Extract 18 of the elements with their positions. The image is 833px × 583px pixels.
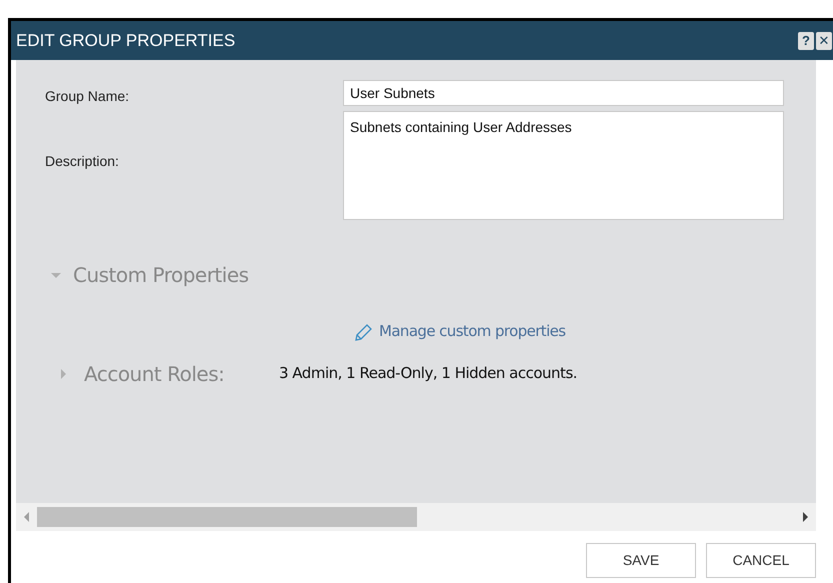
field-label: Description: (45, 152, 120, 171)
scroll-left-icon[interactable] (24, 512, 29, 522)
save-button[interactable]: SAVE (586, 543, 696, 578)
scroll-right-icon[interactable] (803, 512, 808, 522)
horizontal-scrollbar[interactable] (16, 503, 816, 531)
close-button[interactable]: ✕ (816, 32, 832, 50)
pencil-icon (353, 322, 373, 342)
collapse-icon[interactable] (51, 272, 61, 278)
manage-custom-properties-link[interactable]: Manage custom properties (379, 320, 566, 342)
cancel-button[interactable]: CANCEL (706, 543, 816, 578)
field-label: Group Name: (45, 87, 130, 106)
window-title: EDIT GROUP PROPERTIES (16, 30, 236, 52)
expand-icon[interactable] (61, 368, 66, 378)
description-field[interactable]: Subnets containing User Addresses (343, 111, 784, 220)
group-name-field[interactable]: User Subnets (343, 80, 784, 106)
scrollbar-thumb[interactable] (37, 507, 417, 527)
help-button[interactable]: ? (798, 32, 814, 50)
account-roles-summary: 3 Admin, 1 Read-Only, 1 Hidden accounts. (279, 363, 578, 384)
